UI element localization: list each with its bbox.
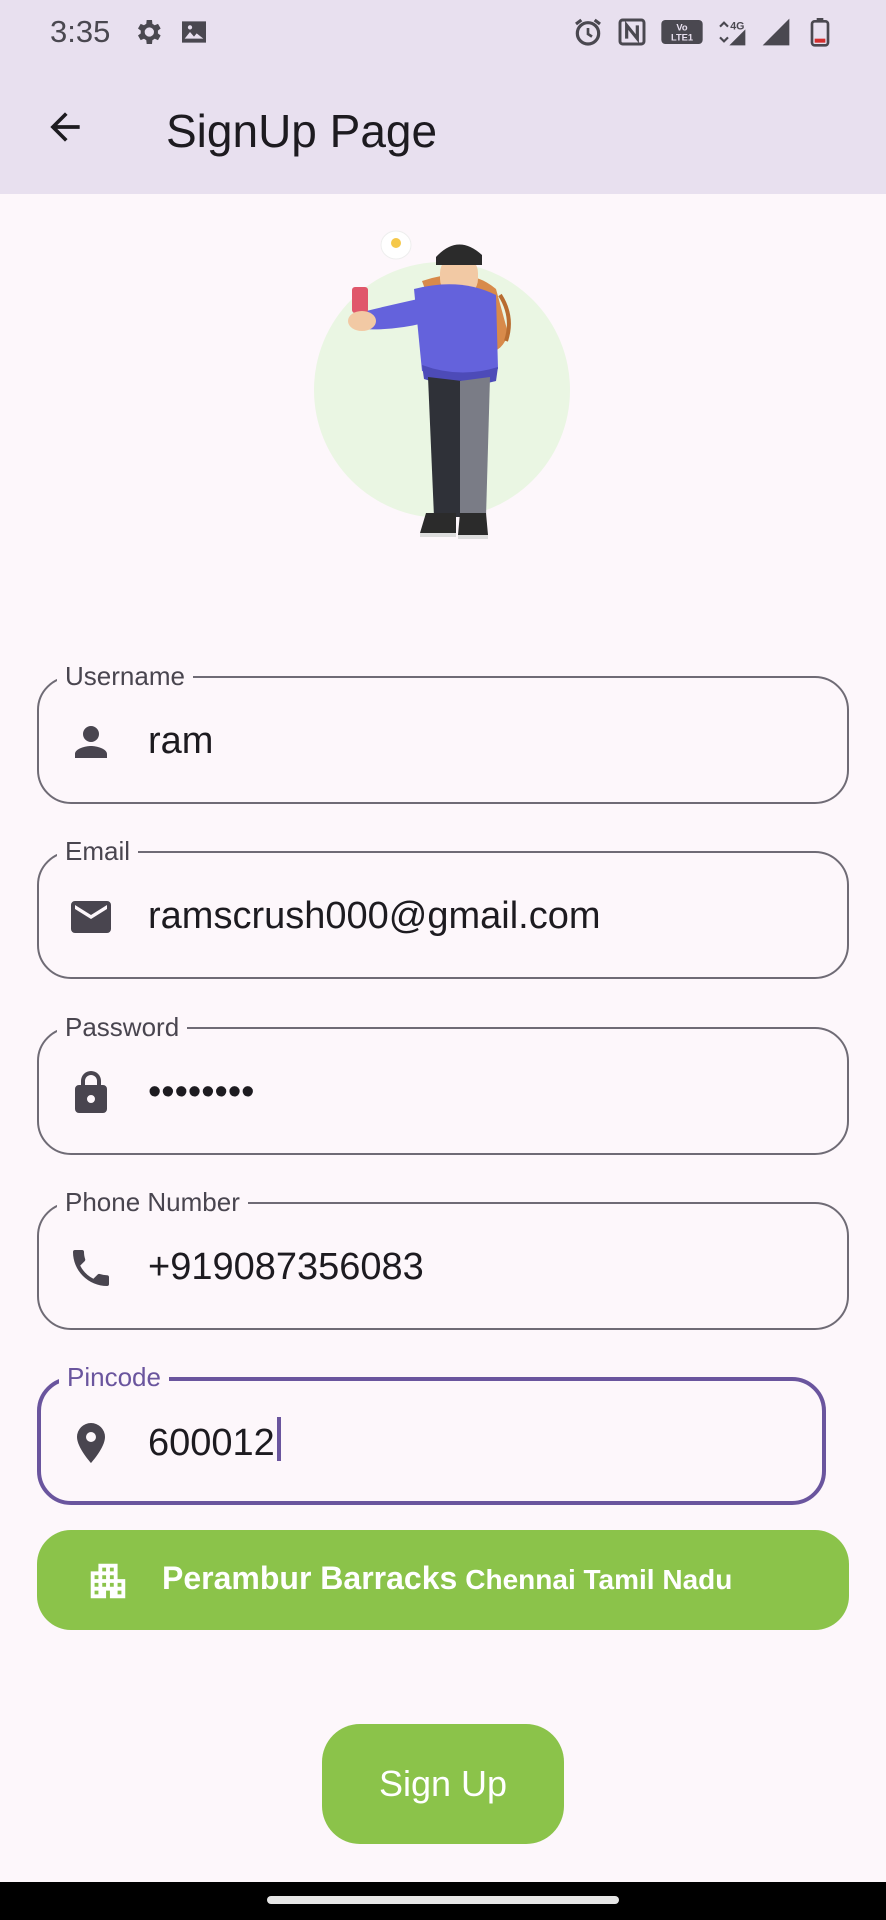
- phone-value: +919087356083: [148, 1246, 424, 1288]
- svg-text:Vo: Vo: [676, 23, 688, 33]
- status-left-icons: [132, 16, 210, 48]
- alarm-icon: [575, 18, 601, 46]
- back-button[interactable]: [34, 96, 96, 158]
- email-value: ramscrush000@gmail.com: [148, 895, 601, 937]
- apartment-icon: [90, 1563, 126, 1599]
- navigation-bar: [0, 1882, 886, 1920]
- 4g-icon: 4G: [719, 20, 746, 46]
- volte-icon: VoLTE1: [661, 20, 703, 44]
- location-city-state: Chennai Tamil Nadu: [465, 1564, 733, 1595]
- mail-icon: [71, 901, 111, 933]
- page-title: SignUp Page: [166, 105, 438, 157]
- status-bar: 3:35 Vo LTE1 4G: [0, 0, 886, 66]
- username-field[interactable]: Username ram: [37, 659, 849, 804]
- pincode-value-wrap: 600012: [148, 1417, 281, 1468]
- svg-text:LTE1: LTE1: [671, 33, 693, 43]
- arrow-back-icon: [50, 112, 80, 142]
- password-label: Password: [57, 1010, 188, 1044]
- pincode-field[interactable]: Pincode 600012: [37, 1360, 826, 1505]
- password-field[interactable]: Password ••••••••: [37, 1010, 849, 1155]
- email-field[interactable]: Email ramscrush000@gmail.com: [37, 834, 849, 979]
- text-caret: [276, 1417, 281, 1461]
- username-value: ram: [148, 720, 214, 762]
- location-pin-icon: [77, 1423, 105, 1463]
- signal-icon: [762, 18, 790, 46]
- app-bar: SignUp Page: [0, 66, 886, 194]
- nfc-icon: [618, 18, 646, 46]
- image-icon: [182, 21, 206, 43]
- pincode-value: 600012: [148, 1422, 275, 1464]
- location-result: Perambur Barracks Chennai Tamil Nadu: [37, 1530, 849, 1630]
- password-value: ••••••••: [148, 1071, 255, 1113]
- location-text: Perambur Barracks Chennai Tamil Nadu: [162, 1560, 732, 1597]
- lock-icon: [75, 1071, 107, 1113]
- svg-text:4G: 4G: [730, 20, 744, 32]
- status-right-icons: Vo LTE1 4G: [572, 16, 836, 48]
- hero-illustration: [314, 230, 570, 539]
- email-label: Email: [57, 834, 139, 868]
- username-label: Username: [57, 659, 193, 693]
- phone-icon: [73, 1250, 109, 1286]
- gesture-handle[interactable]: [267, 1896, 619, 1904]
- person-icon: [75, 726, 107, 758]
- pincode-label: Pincode: [59, 1360, 169, 1394]
- signup-button[interactable]: Sign Up: [322, 1724, 564, 1844]
- phone-field[interactable]: Phone Number +919087356083: [37, 1185, 849, 1330]
- status-time: 3:35: [50, 14, 111, 49]
- settings-icon: [138, 20, 161, 44]
- location-area: Perambur Barracks: [162, 1560, 458, 1596]
- battery-icon: [810, 18, 830, 47]
- phone-label: Phone Number: [57, 1185, 248, 1219]
